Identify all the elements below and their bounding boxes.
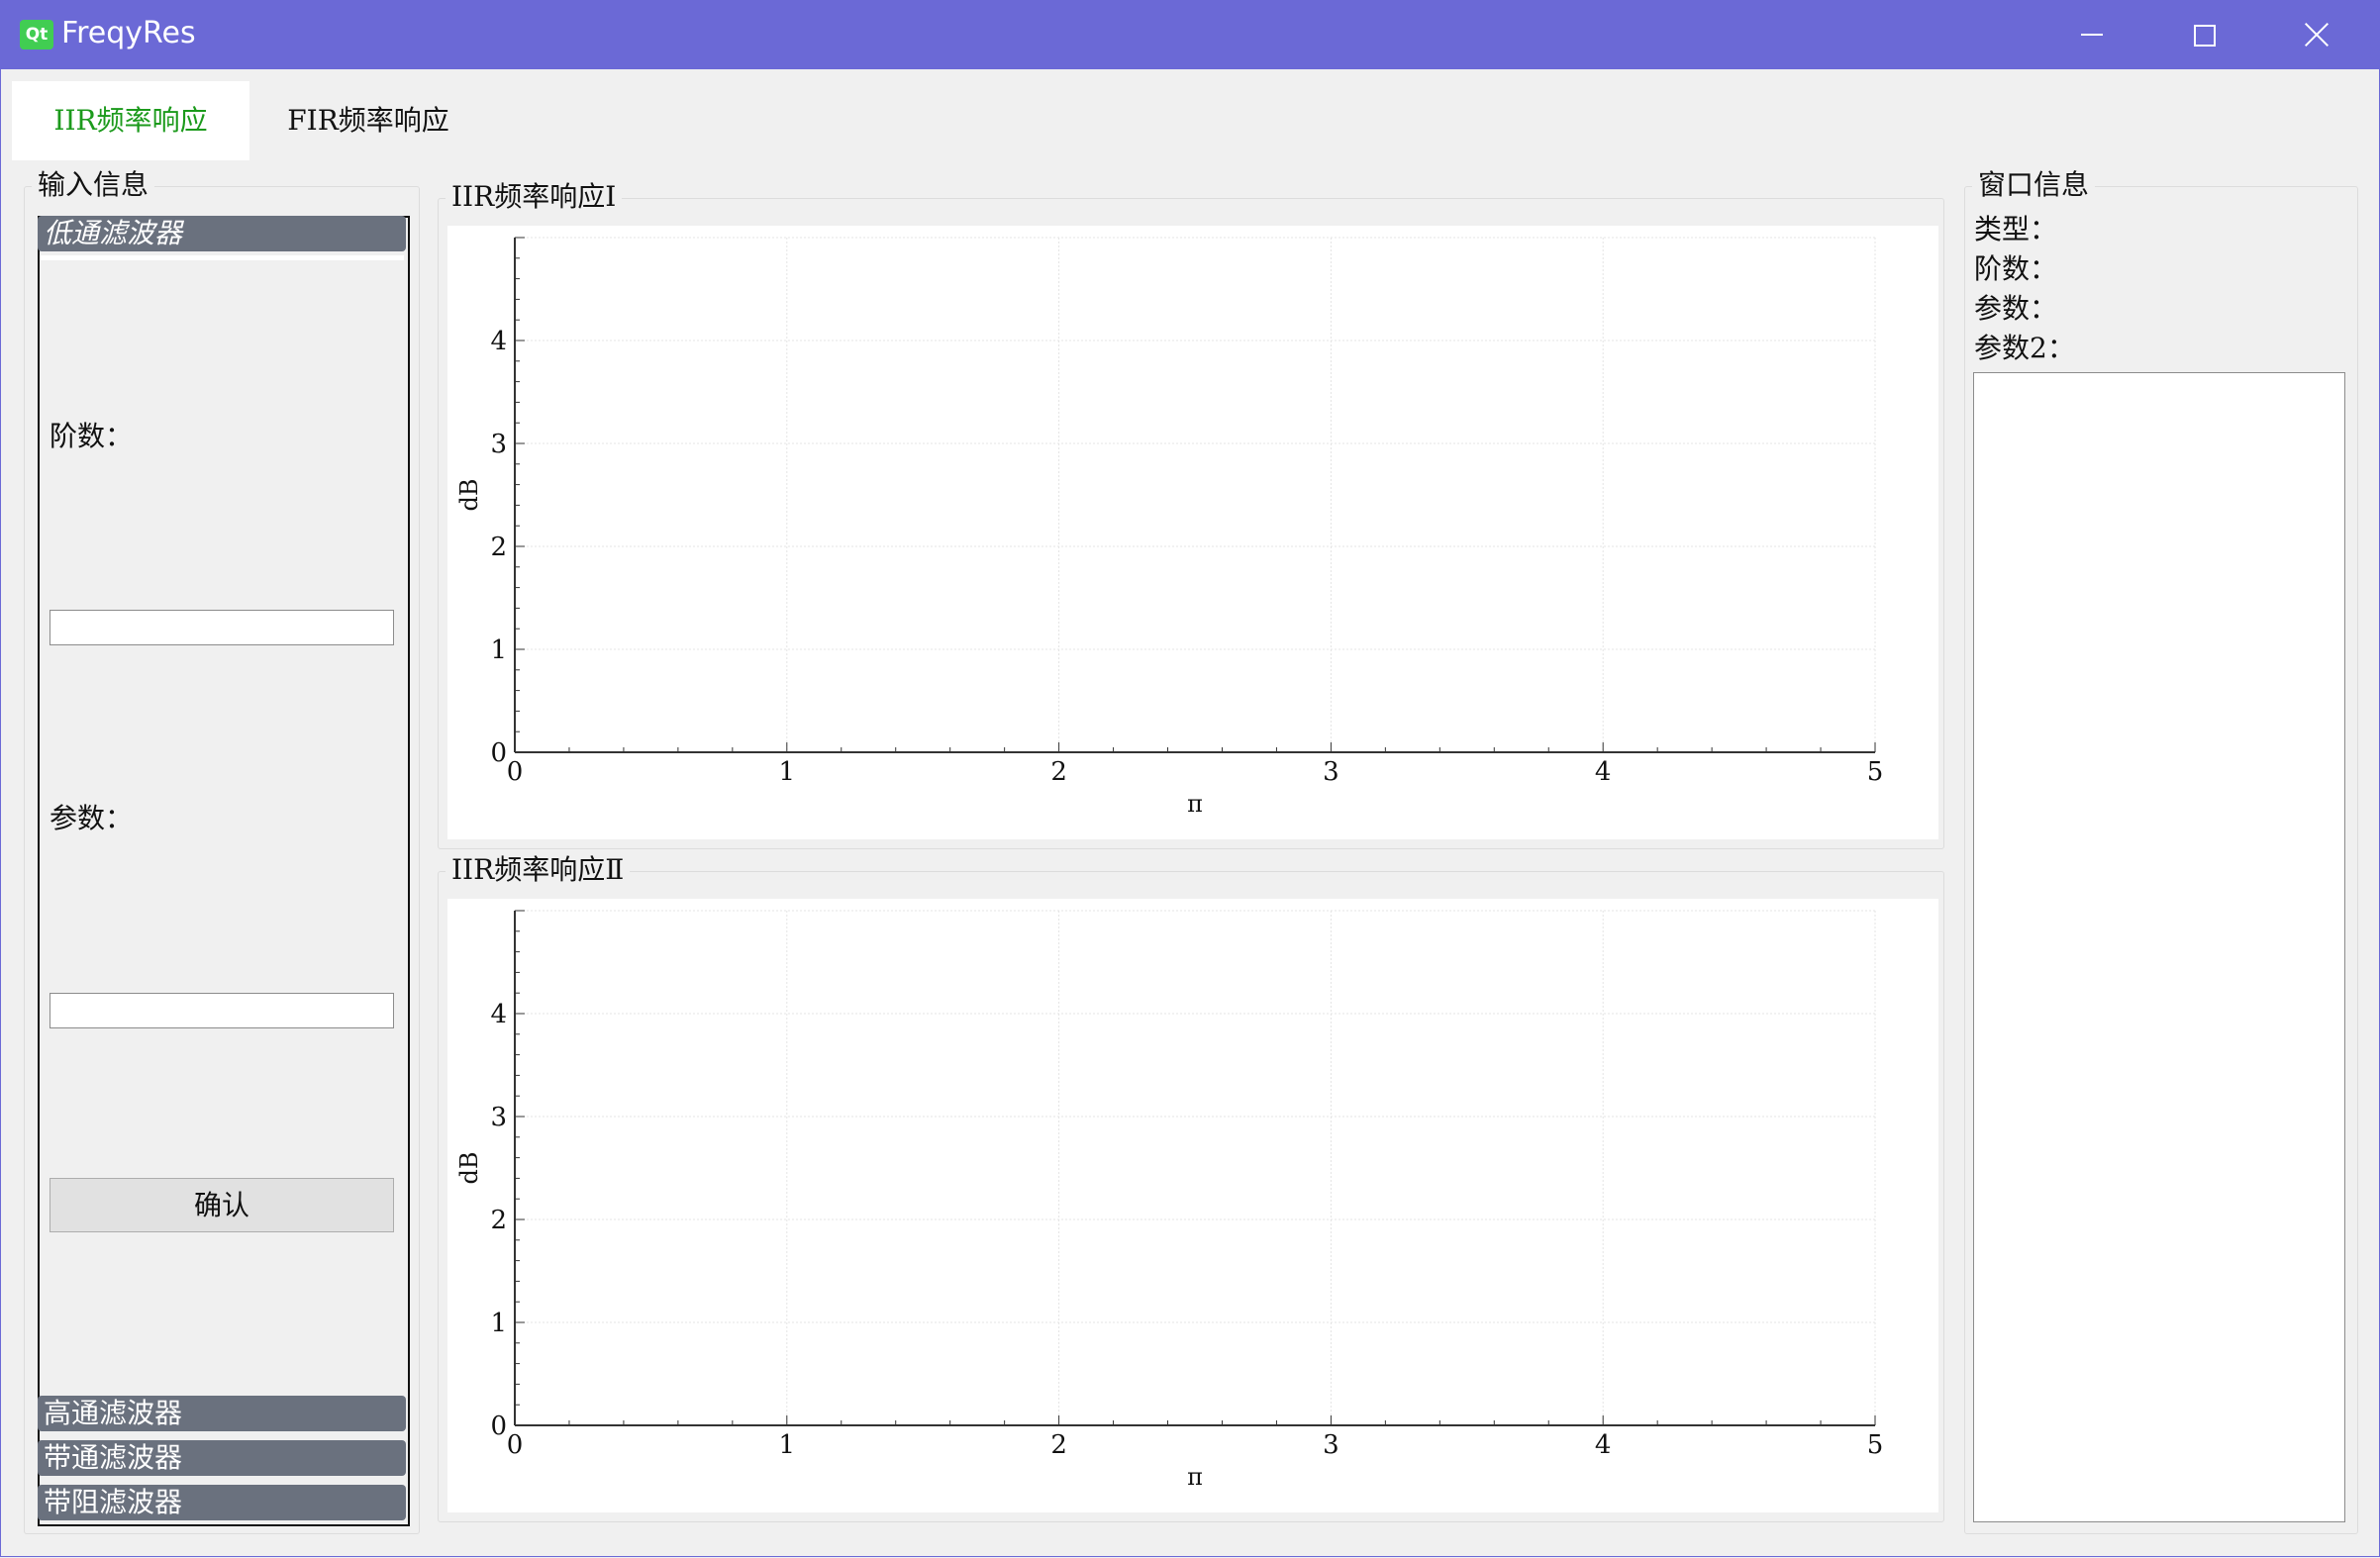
x-tick-label: 2 <box>1050 1430 1067 1460</box>
toolbox-tab-highpass[interactable]: 高通滤波器 <box>38 1396 406 1431</box>
x-tick-label: 2 <box>1050 757 1067 787</box>
chart2-groupbox-title: IIR频率响应Ⅱ <box>446 853 631 887</box>
chart1-plot-area[interactable]: 0 1 2 3 4 5 0 1 2 3 4 π dB <box>447 226 1938 839</box>
x-tick-label: 4 <box>1595 757 1612 787</box>
chart2-svg: 0 1 2 3 4 5 0 1 2 3 4 π dB <box>455 910 1884 1491</box>
y-tick-label: 3 <box>490 430 507 459</box>
tab-iir-response[interactable]: IIR频率响应 <box>12 81 249 160</box>
toolbox-tab-bandstop[interactable]: 带阻滤波器 <box>38 1485 406 1520</box>
x-tick-label: 1 <box>779 1430 796 1460</box>
y-tick-label: 2 <box>490 533 507 562</box>
x-axis-title: π <box>1187 790 1203 818</box>
close-icon <box>2302 20 2331 49</box>
y-axis-title: dB <box>455 479 483 512</box>
y-tick-label: 1 <box>490 635 507 665</box>
y-tick-label: 2 <box>490 1206 507 1235</box>
y-tick-label: 0 <box>490 738 507 768</box>
x-tick-label: 5 <box>1867 757 1884 787</box>
close-button[interactable] <box>2262 0 2373 69</box>
info-param2-label: 参数2： <box>1974 332 2075 364</box>
minimize-button[interactable] <box>2035 0 2146 69</box>
info-groupbox-title: 窗口信息 <box>1972 168 2096 202</box>
y-tick-label: 4 <box>490 327 507 356</box>
filter-toolbox <box>38 216 410 1526</box>
y-tick-label: 0 <box>490 1412 507 1441</box>
toolbox-tab-lowpass[interactable]: 低通滤波器 <box>38 216 406 251</box>
confirm-button[interactable]: 确认 <box>50 1178 394 1232</box>
param-label: 参数： <box>50 802 134 834</box>
toolbox-tab-bandpass[interactable]: 带通滤波器 <box>38 1440 406 1476</box>
x-tick-label: 1 <box>779 757 796 787</box>
chart1-groupbox-title: IIR频率响应Ⅰ <box>446 180 623 214</box>
param-input[interactable] <box>50 993 394 1028</box>
window-title: FreqyRes <box>61 16 196 50</box>
x-tick-label: 4 <box>1595 1430 1612 1460</box>
x-tick-label: 3 <box>1323 1430 1339 1460</box>
info-type-label: 类型： <box>1974 213 2058 245</box>
x-tick-label: 0 <box>507 1430 524 1460</box>
toolbox-active-indicator <box>40 255 404 260</box>
y-tick-label: 1 <box>490 1309 507 1338</box>
minimize-icon <box>2081 34 2103 36</box>
input-groupbox-title: 输入信息 <box>32 168 155 202</box>
maximize-icon <box>2194 25 2216 47</box>
y-tick-label: 3 <box>490 1103 507 1132</box>
y-axis-title: dB <box>455 1152 483 1185</box>
x-tick-label: 3 <box>1323 757 1339 787</box>
order-input[interactable] <box>50 610 394 645</box>
chart1-svg: 0 1 2 3 4 5 0 1 2 3 4 π dB <box>455 237 1884 818</box>
x-tick-label: 0 <box>507 757 524 787</box>
order-label: 阶数： <box>50 420 134 452</box>
x-axis-title: π <box>1187 1463 1203 1491</box>
x-tick-label: 5 <box>1867 1430 1884 1460</box>
y-tick-label: 4 <box>490 1000 507 1029</box>
title-bar[interactable]: Qt FreqyRes <box>0 0 2380 69</box>
info-param-label: 参数： <box>1974 292 2058 325</box>
info-order-label: 阶数： <box>1974 252 2058 285</box>
tab-fir-response[interactable]: FIR频率响应 <box>249 81 487 160</box>
qt-logo-icon: Qt <box>20 20 53 49</box>
maximize-button[interactable] <box>2148 0 2259 69</box>
chart2-plot-area[interactable]: 0 1 2 3 4 5 0 1 2 3 4 π dB <box>447 899 1938 1512</box>
info-text-area[interactable] <box>1973 372 2345 1522</box>
